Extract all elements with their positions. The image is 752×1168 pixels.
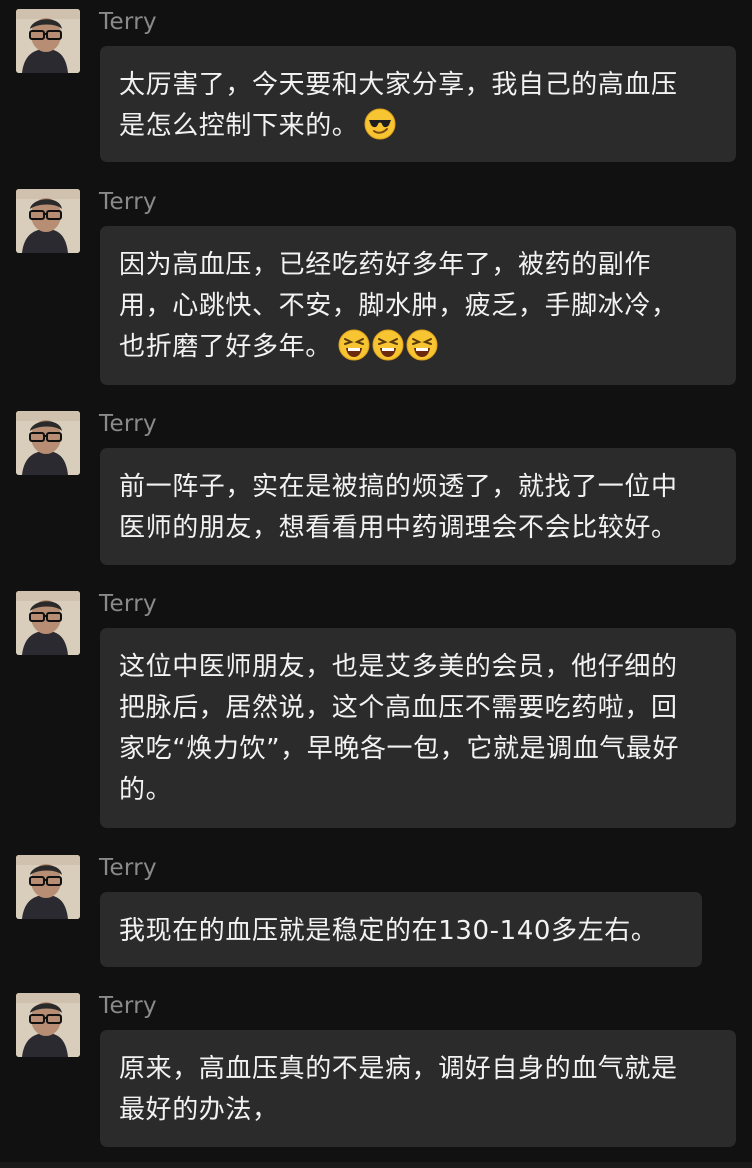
message-text: 原来，高血压真的不是病，调好自身的血气就是 最好的办法， (119, 1054, 678, 1125)
message-bubble[interactable]: 这位中医师朋友，也是艾多美的会员，他仔细的 把脉后，居然说，这个高血压不需要吃药… (100, 628, 736, 828)
message-text: 这位中医师朋友，也是艾多美的会员，他仔细的 把脉后，居然说，这个高血压不需要吃药… (119, 652, 680, 805)
sender-name: Terry (99, 855, 157, 881)
message-bubble[interactable]: 太厉害了，今天要和大家分享，我自己的高血压 是怎么控制下来的。 (100, 46, 736, 162)
avatar[interactable] (16, 855, 80, 919)
message-bubble[interactable]: 原来，高血压真的不是病，调好自身的血气就是 最好的办法， (100, 1030, 736, 1147)
avatar-photo-icon (16, 591, 80, 655)
avatar[interactable] (16, 993, 80, 1057)
tired-face-icon (372, 329, 404, 361)
message-text: 我现在的血压就是稳定的在130-140多左右。 (119, 916, 658, 946)
sender-name: Terry (99, 189, 157, 215)
avatar-photo-icon (16, 189, 80, 253)
avatar-photo-icon (16, 9, 80, 73)
avatar-photo-icon (16, 993, 80, 1057)
avatar-photo-icon (16, 411, 80, 475)
sender-name: Terry (99, 591, 157, 617)
avatar[interactable] (16, 9, 80, 73)
message-bubble[interactable]: 因为高血压，已经吃药好多年了，被药的副作 用，心跳快、不安，脚水肿，疲乏，手脚冰… (100, 226, 736, 385)
message-text: 太厉害了，今天要和大家分享，我自己的高血压 是怎么控制下来的。 (119, 70, 678, 141)
avatar[interactable] (16, 591, 80, 655)
sender-name: Terry (99, 9, 157, 35)
tired-face-icon (406, 329, 438, 361)
message-text: 前一阵子，实在是被搞的烦透了，就找了一位中 医师的朋友，想看看用中药调理会不会比… (119, 472, 678, 543)
message-bubble[interactable]: 前一阵子，实在是被搞的烦透了，就找了一位中 医师的朋友，想看看用中药调理会不会比… (100, 448, 736, 565)
sender-name: Terry (99, 411, 157, 437)
tired-face-icon (338, 329, 370, 361)
divider (0, 1162, 752, 1168)
smiling-face-with-sunglasses-icon (364, 108, 396, 140)
sender-name: Terry (99, 993, 157, 1019)
avatar[interactable] (16, 411, 80, 475)
message-bubble[interactable]: 我现在的血压就是稳定的在130-140多左右。 (100, 892, 702, 967)
avatar[interactable] (16, 189, 80, 253)
avatar-photo-icon (16, 855, 80, 919)
